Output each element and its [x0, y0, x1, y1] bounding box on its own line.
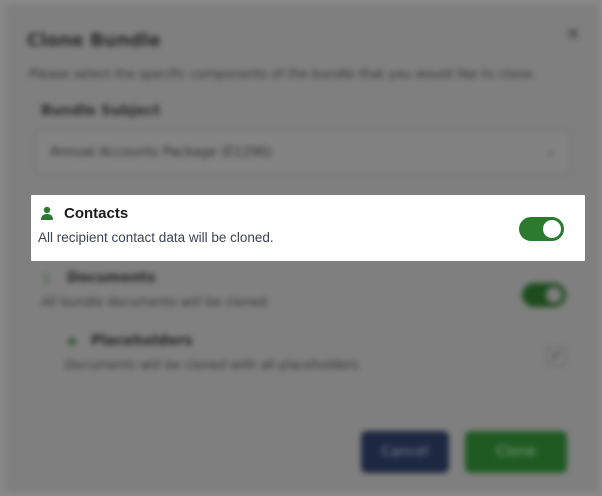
chevron-down-icon: ⌄ [545, 144, 556, 159]
placeholders-checkbox[interactable]: ✓ [546, 346, 566, 366]
clone-button[interactable]: Clone [465, 431, 567, 473]
documents-title: Documents [67, 270, 156, 286]
bundle-subject-select[interactable]: Annual Accounts Package (E1296) ⌄ [35, 129, 571, 175]
toggle-knob [543, 220, 561, 238]
documents-toggle[interactable] [522, 283, 566, 307]
document-icon: ▯ [43, 271, 51, 286]
contacts-description: All recipient contact data will be clone… [38, 230, 274, 245]
documents-description: All bundle documents will be cloned. [41, 294, 271, 309]
placeholders-title: Placeholders [91, 333, 193, 349]
person-icon [41, 206, 53, 220]
contacts-title: Contacts [64, 205, 129, 222]
modal-description: Please select the specific components of… [29, 66, 536, 81]
contacts-toggle[interactable] [519, 217, 564, 241]
close-icon[interactable]: ✕ [563, 25, 583, 45]
contacts-option-card: Contacts All recipient contact data will… [31, 195, 585, 261]
modal-title: Clone Bundle [27, 30, 161, 51]
bundle-subject-value: Annual Accounts Package (E1296) [50, 145, 273, 160]
bundle-subject-label: Bundle Subject [41, 103, 161, 119]
cancel-button[interactable]: Cancel [361, 431, 449, 473]
placeholder-icon: ◆ [67, 334, 77, 349]
placeholders-description: Documents will be cloned with all placeh… [65, 357, 359, 372]
